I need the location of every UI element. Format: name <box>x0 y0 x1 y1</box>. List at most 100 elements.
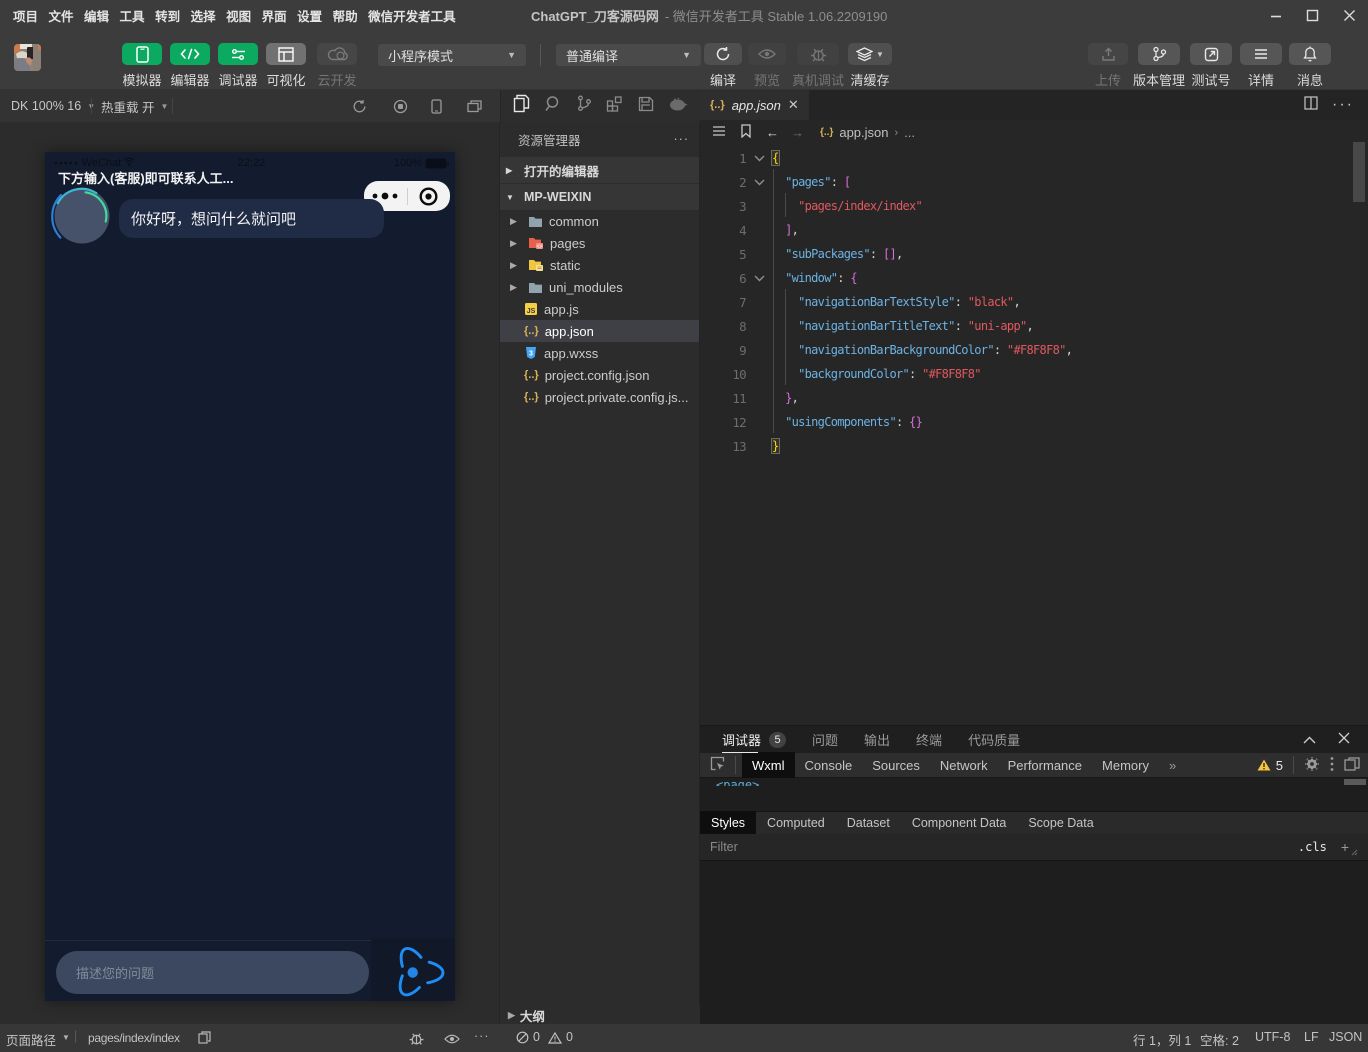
cls-toggle[interactable]: .cls <box>1298 840 1327 854</box>
preview-button[interactable] <box>748 43 786 65</box>
close-button[interactable] <box>1331 0 1368 31</box>
toolbar-button-编辑器[interactable] <box>170 43 210 65</box>
styles-tab-Dataset[interactable]: Dataset <box>836 811 901 834</box>
hscrollbar[interactable] <box>1344 779 1366 785</box>
menu-设置[interactable]: 设置 <box>297 6 322 25</box>
eye-icon[interactable] <box>444 1033 460 1048</box>
exit-circle-icon[interactable] <box>408 187 451 206</box>
menu-视图[interactable]: 视图 <box>226 6 251 25</box>
encoding-setting[interactable]: UTF-8 <box>1255 1030 1290 1044</box>
devtools-tab-Wxml[interactable]: Wxml <box>742 752 795 779</box>
close-tab-icon[interactable]: ✕ <box>788 97 799 113</box>
toolbar-button-可视化[interactable] <box>266 43 306 65</box>
detail-button[interactable] <box>1240 43 1282 65</box>
page-path-label[interactable]: 页面路径 <box>6 1030 56 1049</box>
file-item-uni-modules[interactable]: ▶uni_modules <box>500 276 699 298</box>
styles-tab-Scope-Data[interactable]: Scope Data <box>1017 811 1104 834</box>
styles-tab-Component-Data[interactable]: Component Data <box>901 811 1018 834</box>
breadcrumb-file[interactable]: app.json <box>839 125 888 140</box>
inspect-element-icon[interactable] <box>700 756 735 774</box>
debug-tab-调试器[interactable]: 调试器5 <box>722 730 786 749</box>
dock-side-icon[interactable] <box>1344 757 1360 774</box>
more-options-icon[interactable]: ··· <box>474 1029 490 1043</box>
rotate-icon[interactable] <box>352 90 367 122</box>
message-button[interactable] <box>1289 43 1331 65</box>
cursor-position[interactable]: 行 1，列 1 <box>1133 1030 1191 1049</box>
file-item-static[interactable]: ▶static <box>500 254 699 276</box>
search-activity-icon[interactable] <box>545 95 562 117</box>
file-item-common[interactable]: ▶common <box>500 210 699 232</box>
device-frame-icon[interactable] <box>431 90 442 122</box>
styles-filter-input[interactable]: Filter <box>710 840 738 854</box>
eol-setting[interactable]: LF <box>1304 1030 1319 1044</box>
maximize-button[interactable] <box>1294 0 1331 31</box>
menu-编辑[interactable]: 编辑 <box>84 6 109 25</box>
explorer-more-icon[interactable]: ··· <box>674 132 690 146</box>
file-item-app.js[interactable]: JSapp.js <box>500 298 699 320</box>
menu-界面[interactable]: 界面 <box>262 6 287 25</box>
appmode-dropdown[interactable]: 小程序模式▼ <box>378 44 526 66</box>
device-selector[interactable]: DK 100% 16▼ <box>11 90 95 122</box>
language-mode[interactable]: JSON <box>1329 1030 1362 1044</box>
file-item-app.json[interactable]: {..}app.json <box>500 320 699 342</box>
question-input[interactable]: 描述您的问题 <box>56 951 369 994</box>
more-tabs-icon[interactable]: » <box>1169 758 1176 773</box>
hot-reload-toggle[interactable]: 热重载 开▼ <box>101 90 168 122</box>
outline-section[interactable]: ▶ 大纲 <box>500 1005 700 1026</box>
styles-tab-Styles[interactable]: Styles <box>700 811 756 834</box>
more-actions-icon[interactable]: ··· <box>1332 96 1354 114</box>
devtools-tab-Performance[interactable]: Performance <box>998 752 1092 779</box>
close-panel-icon[interactable] <box>1338 732 1350 747</box>
debug-tab-问题[interactable]: 问题 <box>812 730 838 749</box>
compile-mode-dropdown[interactable]: 普通编译▼ <box>556 44 701 66</box>
file-item-app.wxss[interactable]: 3app.wxss <box>500 342 699 364</box>
storage-activity-icon[interactable] <box>638 96 654 117</box>
vconsole-icon[interactable] <box>408 1030 425 1050</box>
breadcrumb-more[interactable]: ... <box>904 125 915 140</box>
extensions-activity-icon[interactable] <box>606 95 623 117</box>
file-item-project.private.config.js...[interactable]: {..}project.private.config.js... <box>500 386 699 408</box>
tab-app-json[interactable]: {..} app.json ✕ <box>700 90 809 120</box>
bookmark-icon[interactable] <box>740 124 752 141</box>
fold-chevron-icon[interactable] <box>746 155 772 162</box>
outline-list-icon[interactable] <box>712 124 726 141</box>
debug-tab-终端[interactable]: 终端 <box>916 730 942 749</box>
explorer-activity-icon[interactable] <box>513 94 530 118</box>
file-item-project.config.json[interactable]: {..}project.config.json <box>500 364 699 386</box>
record-icon[interactable] <box>393 90 408 122</box>
error-count[interactable]: 0 0 <box>516 1030 573 1044</box>
open-editors-section[interactable]: ▶ 打开的编辑器 <box>500 156 699 183</box>
split-editor-icon[interactable] <box>1304 96 1318 115</box>
project-section[interactable]: ▼ MP-WEIXIN <box>500 183 699 210</box>
menu-帮助[interactable]: 帮助 <box>333 6 358 25</box>
testid-button[interactable] <box>1190 43 1232 65</box>
toolbar-button-云开发[interactable] <box>317 43 357 65</box>
menu-选择[interactable]: 选择 <box>191 6 216 25</box>
compile-button[interactable] <box>704 43 742 65</box>
devtools-tab-Console[interactable]: Console <box>795 752 863 779</box>
forward-arrow-icon[interactable]: → <box>791 125 804 140</box>
menu-项目[interactable]: 项目 <box>13 6 38 25</box>
warning-count[interactable]: 5 <box>1257 758 1283 773</box>
indent-setting[interactable]: 空格: 2 <box>1200 1030 1239 1049</box>
devtools-menu-icon[interactable] <box>1330 756 1334 775</box>
copy-icon[interactable] <box>198 1031 211 1047</box>
npm-whale-icon[interactable] <box>669 97 688 116</box>
menu-转到[interactable]: 转到 <box>155 6 180 25</box>
wxml-tree[interactable]: <page> <box>700 778 1368 811</box>
git-activity-icon[interactable] <box>577 95 592 117</box>
devtools-tab-Sources[interactable]: Sources <box>862 752 930 779</box>
toolbar-button-调试器[interactable] <box>218 43 258 65</box>
device-debug-button[interactable] <box>797 43 839 65</box>
toolbar-button-模拟器[interactable] <box>122 43 162 65</box>
file-item-pages[interactable]: ▶<>pages <box>500 232 699 254</box>
editor-scrollbar[interactable] <box>1353 142 1365 202</box>
menu-文件[interactable]: 文件 <box>49 6 74 25</box>
back-arrow-icon[interactable]: ← <box>766 125 779 140</box>
version-button[interactable] <box>1138 43 1180 65</box>
styles-tab-Computed[interactable]: Computed <box>756 811 836 834</box>
debug-tab-代码质量[interactable]: 代码质量 <box>968 730 1020 749</box>
fold-chevron-icon[interactable] <box>746 179 772 186</box>
minimize-button[interactable] <box>1257 0 1294 31</box>
multi-window-icon[interactable] <box>467 90 482 122</box>
